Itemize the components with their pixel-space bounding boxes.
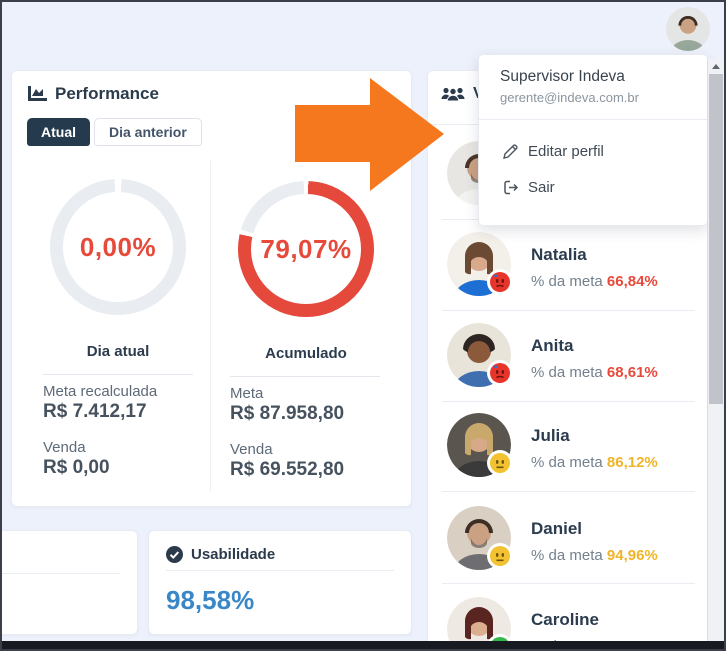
gauge-acumulado: 79,07%: [238, 181, 374, 317]
meta-label: % da meta: [531, 364, 603, 381]
stat-label-meta: Meta: [230, 385, 263, 402]
seller-name: Anita: [531, 336, 574, 356]
people-group-icon: [441, 86, 465, 102]
header-divider: [0, 573, 120, 574]
row-divider: [442, 401, 695, 402]
usability-value: 98,58%: [166, 585, 254, 616]
column-divider: [210, 161, 211, 491]
vertical-scrollbar[interactable]: [707, 59, 723, 645]
gauge-dia-atual: 0,00%: [50, 179, 186, 315]
tab-atual[interactable]: Atual: [27, 118, 90, 146]
seller-row[interactable]: Julia % da meta 86,12%: [428, 413, 709, 491]
profile-name: Supervisor Indeva: [500, 68, 625, 86]
seller-meta: % da meta 86,12%: [531, 454, 658, 471]
menu-divider: [479, 119, 707, 120]
stat-label-meta-recalculada: Meta recalculada: [43, 383, 157, 400]
usability-card: Usabilidade 98,58%: [148, 530, 412, 635]
meta-label: % da meta: [531, 273, 603, 290]
scrollbar-thumb[interactable]: [709, 74, 723, 404]
stat-value-meta: R$ 87.958,80: [230, 403, 344, 425]
chevron-up-icon: [712, 64, 720, 69]
red-sad-emoji: [487, 360, 513, 386]
yellow-neutral-emoji: [487, 450, 513, 476]
check-circle-icon: [166, 546, 183, 563]
stat-value-venda-acum: R$ 69.552,80: [230, 459, 344, 481]
stat-value-meta-recalculada: R$ 7.412,17: [43, 401, 147, 423]
performance-card: Performance Atual Dia anterior 0,00% Dia…: [11, 70, 412, 507]
performance-tabs: Atual Dia anterior: [27, 118, 202, 146]
partial-card: [0, 530, 138, 635]
menu-item-edit-profile[interactable]: Editar perfil: [479, 136, 707, 166]
menu-item-label: Sair: [528, 179, 555, 196]
seller-name: Julia: [531, 426, 570, 446]
seller-name: Caroline: [531, 610, 599, 630]
seller-name: Natalia: [531, 245, 587, 265]
row-divider: [442, 491, 695, 492]
yellow-neutral-emoji: [487, 543, 513, 569]
header-divider: [166, 570, 394, 571]
stat-label-venda-dia: Venda: [43, 439, 86, 456]
pencil-icon: [502, 143, 519, 160]
profile-avatar[interactable]: [666, 7, 710, 51]
meta-percent: 86,12%: [607, 454, 658, 471]
profile-dropdown-menu: Supervisor Indeva gerente@indeva.com.br …: [478, 54, 708, 226]
section-divider: [43, 374, 193, 375]
tab-dia-anterior[interactable]: Dia anterior: [94, 118, 202, 146]
chart-area-icon: [27, 86, 47, 102]
profile-email: gerente@indeva.com.br: [500, 90, 639, 105]
seller-name: Daniel: [531, 519, 582, 539]
dashboard-screen: Performance Atual Dia anterior 0,00% Dia…: [0, 0, 726, 651]
meta-label: % da meta: [531, 547, 603, 564]
row-divider: [442, 583, 695, 584]
meta-percent: 94,96%: [607, 547, 658, 564]
section-label-acumulado: Acumulado: [222, 345, 390, 362]
red-sad-emoji: [487, 269, 513, 295]
window-bottom-frame: [2, 641, 724, 649]
performance-card-title: Performance: [27, 84, 159, 104]
scroll-up-button[interactable]: [708, 59, 723, 74]
section-divider: [230, 376, 380, 377]
menu-item-label: Editar perfil: [528, 143, 604, 160]
stat-value-venda-dia: R$ 0,00: [43, 457, 110, 479]
row-divider: [442, 310, 695, 311]
avatar-man-icon: [666, 7, 710, 51]
section-label-dia-atual: Dia atual: [34, 343, 202, 360]
seller-meta: % da meta 94,96%: [531, 547, 658, 564]
seller-row[interactable]: Daniel % da meta 94,96%: [428, 506, 709, 584]
gauge-acumulado-value: 79,07%: [238, 181, 374, 317]
gauge-dia-atual-value: 0,00%: [50, 179, 186, 315]
performance-title-label: Performance: [55, 84, 159, 104]
meta-percent: 68,61%: [607, 364, 658, 381]
usability-card-title: Usabilidade: [166, 546, 275, 563]
usability-title-label: Usabilidade: [191, 546, 275, 563]
meta-label: % da meta: [531, 454, 603, 471]
seller-meta: % da meta 66,84%: [531, 273, 658, 290]
stat-label-venda-acum: Venda: [230, 441, 273, 458]
menu-item-sign-out[interactable]: Sair: [479, 172, 707, 202]
sign-out-icon: [502, 179, 519, 196]
meta-percent: 66,84%: [607, 273, 658, 290]
seller-row[interactable]: Anita % da meta 68,61%: [428, 323, 709, 401]
seller-meta: % da meta 68,61%: [531, 364, 658, 381]
seller-row[interactable]: Natalia % da meta 66,84%: [428, 232, 709, 310]
